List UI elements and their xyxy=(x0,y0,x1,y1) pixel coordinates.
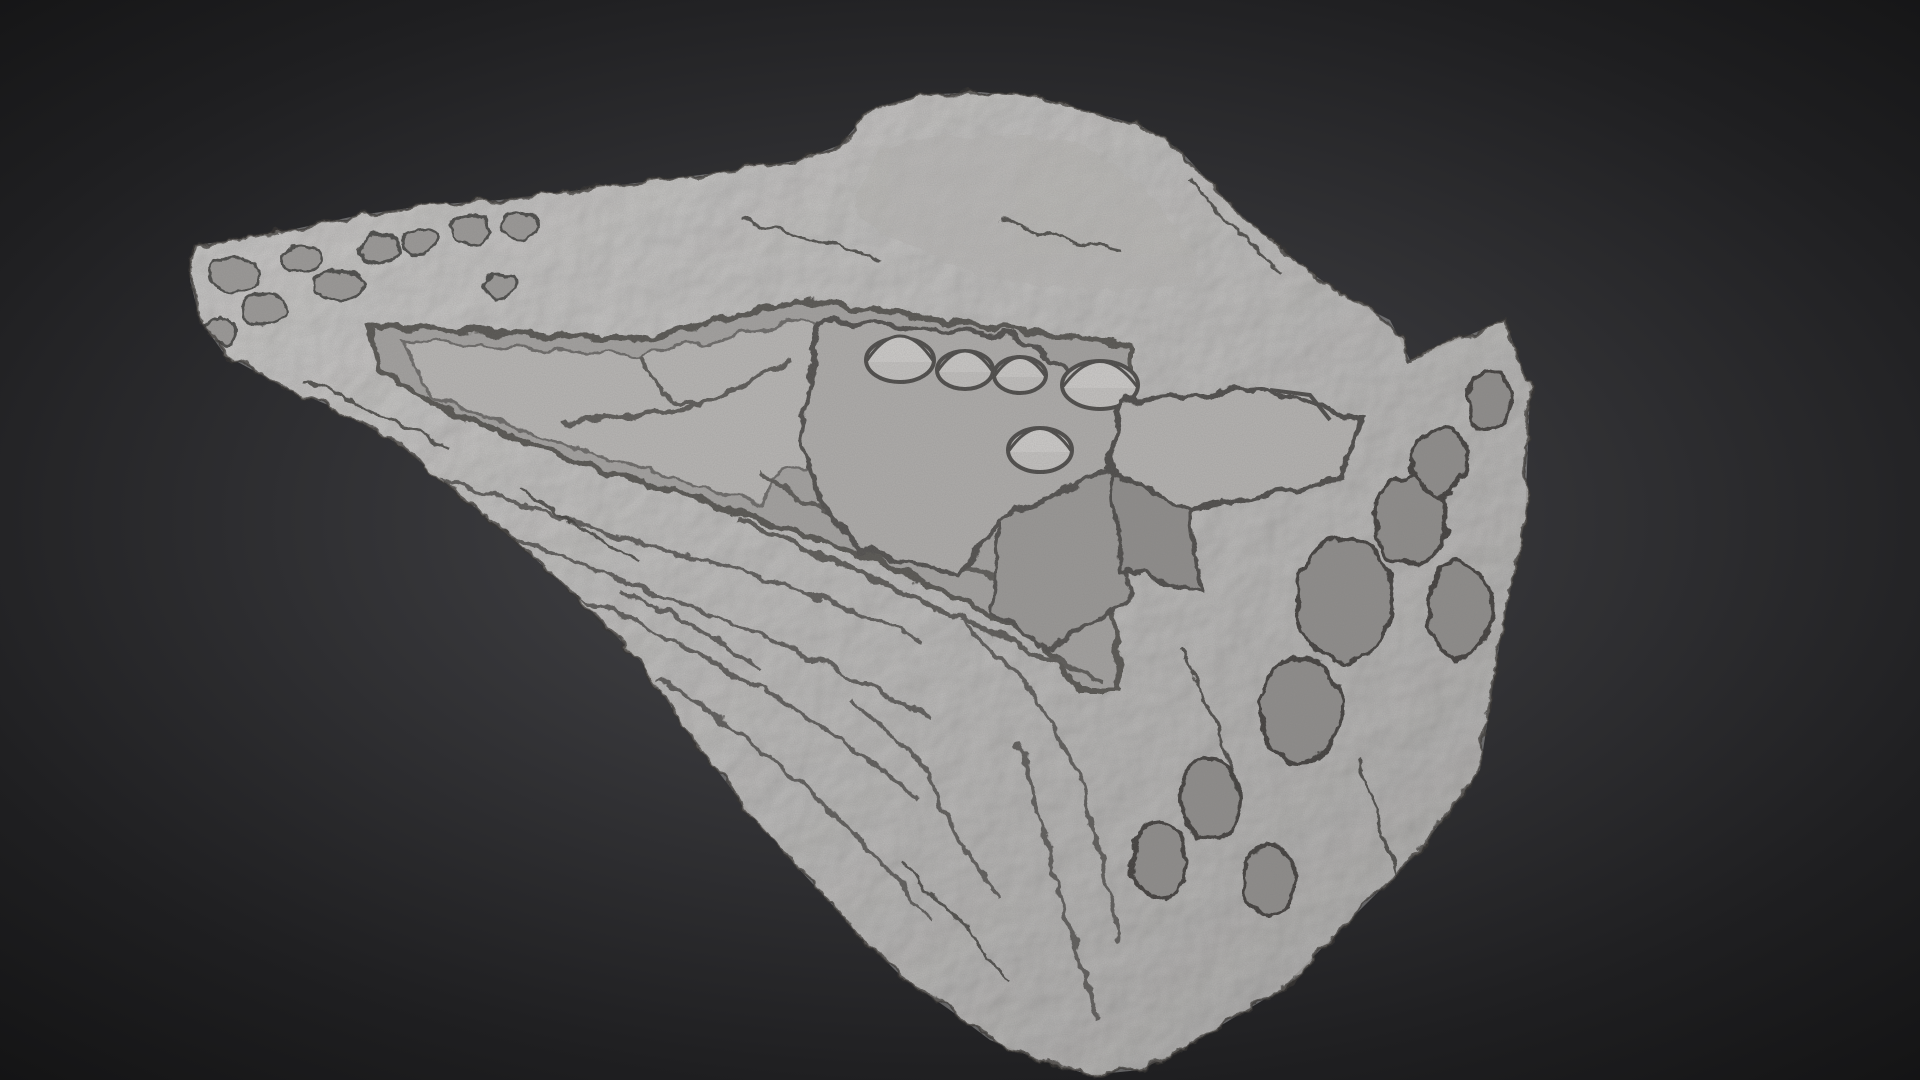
mesh-surface-details xyxy=(190,92,1530,1075)
3d-viewport[interactable] xyxy=(0,0,1920,1080)
mesh-body xyxy=(188,90,1532,1077)
terrain-mesh-model[interactable] xyxy=(0,0,1920,1080)
